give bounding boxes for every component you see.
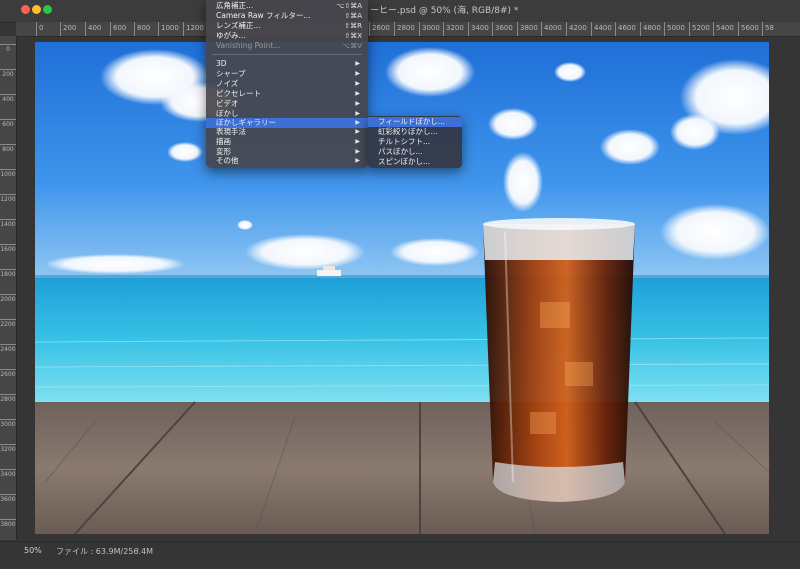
- submenu-arrow-icon: ▶: [355, 138, 360, 145]
- close-window-button[interactable]: [21, 5, 30, 14]
- submenu-item-iris-blur[interactable]: 虹彩絞りぼかし...: [368, 127, 462, 137]
- menu-item-sharpen[interactable]: シャープ ▶: [206, 69, 368, 79]
- ruler-tick-label: 4200: [566, 22, 587, 36]
- ruler-tick-label: 5200: [689, 22, 710, 36]
- blur-gallery-submenu: フィールドぼかし... 虹彩絞りぼかし... チルトシフト... パスぼかし..…: [368, 116, 462, 168]
- ruler-tick-label: 2000: [0, 294, 16, 303]
- ruler-tick-label: 4400: [591, 22, 612, 36]
- menu-item-liquify[interactable]: ゆがみ... ⇧⌘X: [206, 31, 368, 41]
- ruler-tick-label: 200: [60, 22, 76, 36]
- ruler-tick-label: 1000: [0, 169, 16, 178]
- vertical-ruler[interactable]: 0 200 400 600 800 1000 1200 1400 1600 1800 2000 220…: [0, 36, 17, 540]
- ruler-tick-label: 1000: [158, 22, 179, 36]
- horizontal-ruler[interactable]: 0 200 400 600 800 1000 1200 2600 2800 3000 3200 340…: [16, 22, 800, 37]
- ruler-tick-label: 2600: [369, 22, 390, 36]
- ruler-tick-label: 0: [36, 22, 43, 36]
- title-bar: ーヒー.psd @ 50% (海, RGB/8#) *: [0, 0, 800, 23]
- menu-item-video[interactable]: ビデオ ▶: [206, 99, 368, 109]
- ruler-tick-label: 3000: [419, 22, 440, 36]
- ruler-tick-label: 2200: [0, 319, 16, 328]
- ruler-tick-label: 400: [85, 22, 101, 36]
- submenu-arrow-icon: ▶: [355, 157, 360, 164]
- submenu-item-path-blur[interactable]: パスぼかし...: [368, 147, 462, 157]
- menu-item-noise[interactable]: ノイズ ▶: [206, 79, 368, 89]
- ruler-tick-label: 2600: [0, 369, 16, 378]
- ruler-tick-label: 800: [0, 144, 16, 153]
- submenu-arrow-icon: ▶: [355, 128, 360, 135]
- menu-item-stylize[interactable]: 表現手法 ▶: [206, 127, 368, 137]
- ruler-tick-label: 5600: [738, 22, 759, 36]
- status-menu-arrow-icon[interactable]: ›: [136, 545, 139, 554]
- submenu-arrow-icon: ▶: [355, 60, 360, 67]
- zoom-window-button[interactable]: [43, 5, 52, 14]
- ruler-tick-label: 4600: [615, 22, 636, 36]
- submenu-arrow-icon: ▶: [355, 100, 360, 107]
- ruler-tick-label: 600: [110, 22, 126, 36]
- ruler-tick-label: 5400: [713, 22, 734, 36]
- ruler-tick-label: 200: [0, 69, 16, 78]
- ruler-tick-label: 1400: [0, 219, 16, 228]
- menu-item-pixelate[interactable]: ピクセレート ▶: [206, 89, 368, 99]
- ruler-tick-label: 1800: [0, 269, 16, 278]
- menu-item-3d[interactable]: 3D ▶: [206, 59, 368, 69]
- ruler-tick-label: 800: [134, 22, 150, 36]
- menu-item-adaptive-wide-angle[interactable]: 広角補正... ⌥⇧⌘A: [206, 1, 368, 11]
- ruler-tick-label: 1200: [0, 194, 16, 203]
- ruler-tick-label: 3600: [492, 22, 513, 36]
- minimize-window-button[interactable]: [32, 5, 41, 14]
- document-title: ーヒー.psd @ 50% (海, RGB/8#) *: [370, 6, 519, 16]
- ruler-tick-label: 3800: [0, 519, 16, 528]
- ruler-tick-label: 2800: [394, 22, 415, 36]
- ruler-tick-label: 3400: [468, 22, 489, 36]
- menu-item-render[interactable]: 描画 ▶: [206, 137, 368, 147]
- submenu-item-spin-blur[interactable]: スピンぼかし...: [368, 157, 462, 167]
- submenu-item-field-blur[interactable]: フィールドぼかし...: [368, 117, 462, 127]
- ruler-tick-label: 3000: [0, 419, 16, 428]
- filter-menu: 広角補正... ⌥⇧⌘A Camera Raw フィルター... ⇧⌘A レンズ…: [206, 0, 368, 168]
- ruler-tick-label: 3200: [443, 22, 464, 36]
- status-bar: 50% ファイル : 63.9M/256.4M ›: [0, 541, 800, 569]
- ruler-tick-label: 4800: [640, 22, 661, 36]
- ruler-tick-label: 3400: [0, 469, 16, 478]
- ruler-tick-label: 400: [0, 94, 16, 103]
- ruler-tick-label: 3800: [517, 22, 538, 36]
- submenu-arrow-icon: ▶: [355, 70, 360, 77]
- ruler-tick-label: 4000: [541, 22, 562, 36]
- ruler-tick-label: 0: [0, 44, 16, 53]
- ruler-tick-label: 5000: [664, 22, 685, 36]
- ruler-tick-label: 600: [0, 119, 16, 128]
- zoom-level[interactable]: 50%: [24, 546, 42, 555]
- menu-item-vanishing-point[interactable]: Vanishing Point... ⌥⌘V: [206, 41, 368, 51]
- menu-item-camera-raw-filter[interactable]: Camera Raw フィルター... ⇧⌘A: [206, 11, 368, 21]
- submenu-arrow-icon: ▶: [355, 90, 360, 97]
- ruler-tick-label: 2400: [0, 344, 16, 353]
- menu-separator: [212, 54, 362, 55]
- ruler-tick-label: 2800: [0, 394, 16, 403]
- ruler-tick-label: 3600: [0, 494, 16, 503]
- ruler-tick-label: 1200: [183, 22, 204, 36]
- ruler-tick-label: 3200: [0, 444, 16, 453]
- ruler-tick-label: 1600: [0, 244, 16, 253]
- submenu-arrow-icon: ▶: [355, 80, 360, 87]
- ruler-tick-label: 58: [762, 22, 774, 36]
- submenu-item-tilt-shift[interactable]: チルトシフト...: [368, 137, 462, 147]
- menu-item-other[interactable]: その他 ▶: [206, 156, 368, 166]
- menu-item-lens-correction[interactable]: レンズ補正... ⇧⌘R: [206, 21, 368, 31]
